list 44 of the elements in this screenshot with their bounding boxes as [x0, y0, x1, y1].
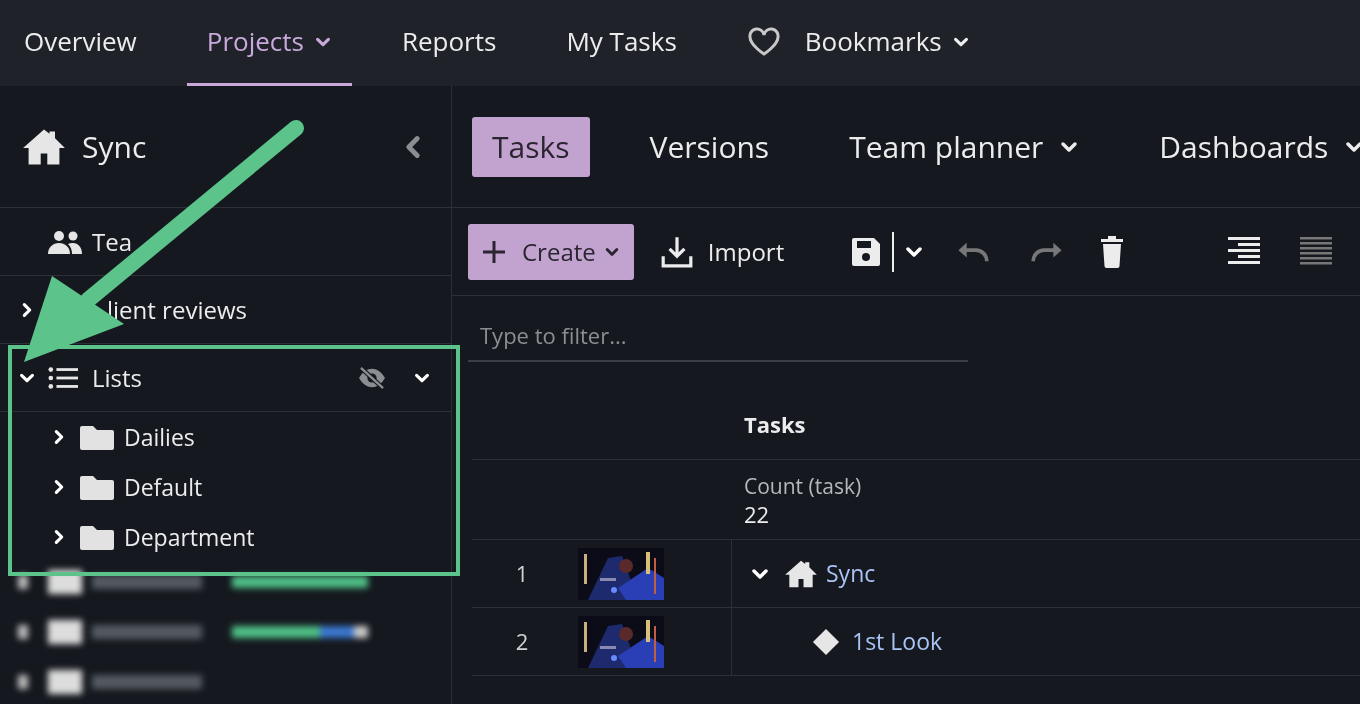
nav-item[interactable]: Overview	[4, 0, 157, 86]
eye-slash-icon[interactable]	[357, 365, 387, 390]
tab[interactable]: Versions	[629, 116, 790, 177]
plus-icon	[482, 239, 506, 264]
sidebar-item[interactable]: Tea	[0, 208, 451, 276]
sidebar-item[interactable]: Default	[0, 462, 451, 512]
save-icon[interactable]	[850, 235, 883, 268]
summary-label: Count (task)	[744, 471, 863, 500]
summary-value: 22	[744, 499, 771, 528]
sidebar-label: Tea	[92, 223, 133, 260]
folder-icon	[80, 424, 114, 450]
sidebar-label: Lists	[92, 359, 142, 396]
folder-icon	[80, 524, 114, 550]
task-link[interactable]: 1st Look	[852, 624, 943, 659]
diamond-icon	[812, 627, 840, 656]
sidebar-item[interactable]: Dailies	[0, 412, 451, 462]
sidebar-item[interactable]: Department	[0, 512, 451, 562]
tab[interactable]: Dashboards	[1139, 116, 1360, 177]
nav-item[interactable]: Bookmarks	[726, 0, 990, 86]
import-button[interactable]: Import	[633, 223, 811, 280]
sidebar-label: lient reviews	[107, 291, 247, 328]
people-icon	[48, 229, 82, 254]
row-number: 1	[514, 557, 530, 590]
nav-item[interactable]: Reports	[381, 0, 517, 86]
column-header[interactable]: Tasks	[744, 408, 806, 441]
project-title: Sync	[82, 125, 147, 169]
sidebar-label: Department	[124, 519, 255, 555]
sidebar-label: Dailies	[124, 419, 195, 455]
row-number: 2	[514, 625, 530, 658]
list-icon	[48, 365, 78, 390]
align-right-icon[interactable]	[1228, 236, 1261, 267]
tab[interactable]: Team planner	[829, 116, 1100, 177]
folder-icon	[80, 474, 114, 500]
sidebar-label: Default	[124, 469, 203, 505]
task-link[interactable]: Sync	[826, 556, 876, 591]
justify-icon[interactable]	[1300, 236, 1333, 267]
trash-icon[interactable]	[1100, 235, 1125, 268]
nav-item[interactable]: My Tasks	[546, 0, 697, 86]
home-icon	[784, 558, 818, 589]
filter-field[interactable]: Type to filter...	[468, 310, 968, 362]
heart-icon	[746, 26, 781, 57]
tab[interactable]: Tasks	[472, 116, 590, 177]
create-button[interactable]: Create	[468, 223, 634, 280]
download-icon	[659, 234, 694, 269]
